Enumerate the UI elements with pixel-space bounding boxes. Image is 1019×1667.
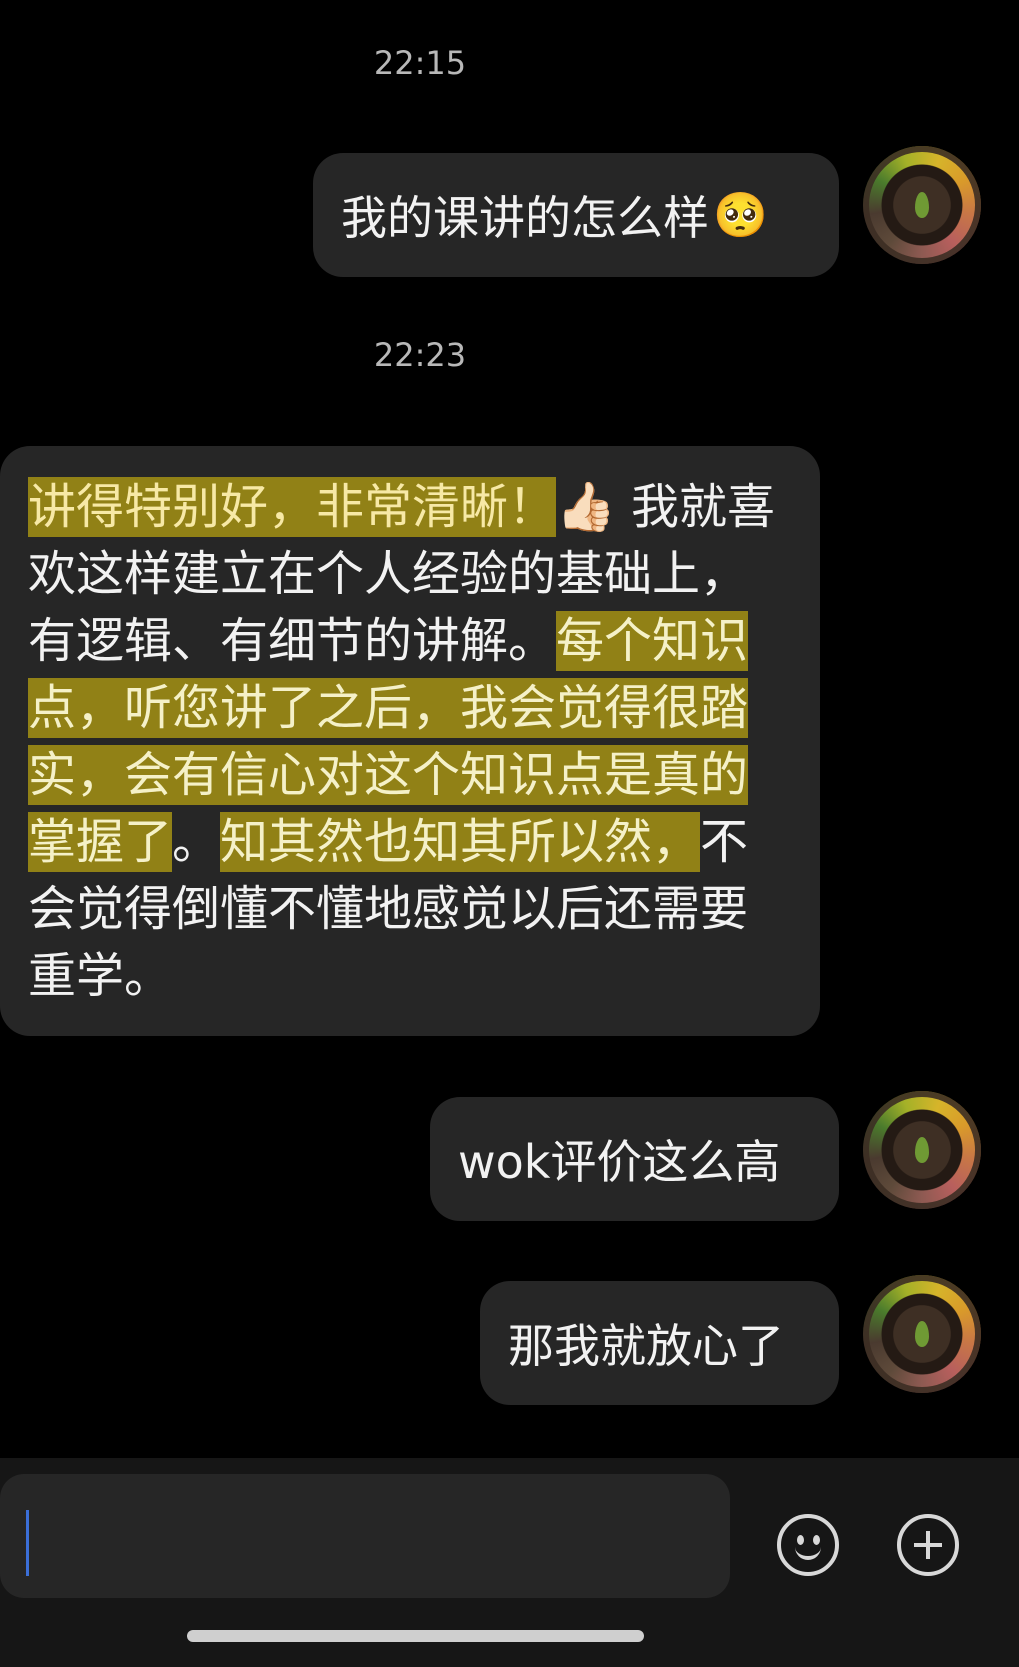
highlight-3: 知其然也知其所以然， <box>220 812 701 872</box>
outgoing-message-3-text: 那我就放心了 <box>508 1319 784 1373</box>
outgoing-message-1[interactable]: 我的课讲的怎么样 🥺 <box>313 153 839 277</box>
thumbs-up-emoji: 👍🏻 <box>556 479 616 535</box>
emoji-button-icon[interactable] <box>777 1514 839 1576</box>
pleading-face-emoji: 🥺 <box>713 190 768 241</box>
timestamp-2: 22:23 <box>373 336 467 374</box>
highlight-1: 讲得特别好，非常清晰！ <box>28 477 557 537</box>
outgoing-message-2[interactable]: wok评价这么高 <box>430 1097 839 1221</box>
outgoing-message-2-text: wok评价这么高 <box>458 1135 781 1189</box>
message-input[interactable] <box>0 1474 730 1598</box>
outgoing-message-3[interactable]: 那我就放心了 <box>480 1281 839 1405</box>
timestamp-1: 22:15 <box>373 44 467 82</box>
incoming-message[interactable]: 讲得特别好，非常清晰！👍🏻 我就喜欢这样建立在个人经验的基础上，有逻辑、有细节的… <box>0 446 820 1036</box>
text-caret <box>26 1510 29 1576</box>
avatar[interactable] <box>863 1275 981 1393</box>
reply-text-2: 。 <box>172 814 221 870</box>
avatar[interactable] <box>863 1091 981 1209</box>
outgoing-message-1-text: 我的课讲的怎么样 <box>341 191 709 245</box>
home-indicator[interactable] <box>187 1630 644 1642</box>
plus-button-icon[interactable] <box>897 1514 959 1576</box>
avatar[interactable] <box>863 146 981 264</box>
